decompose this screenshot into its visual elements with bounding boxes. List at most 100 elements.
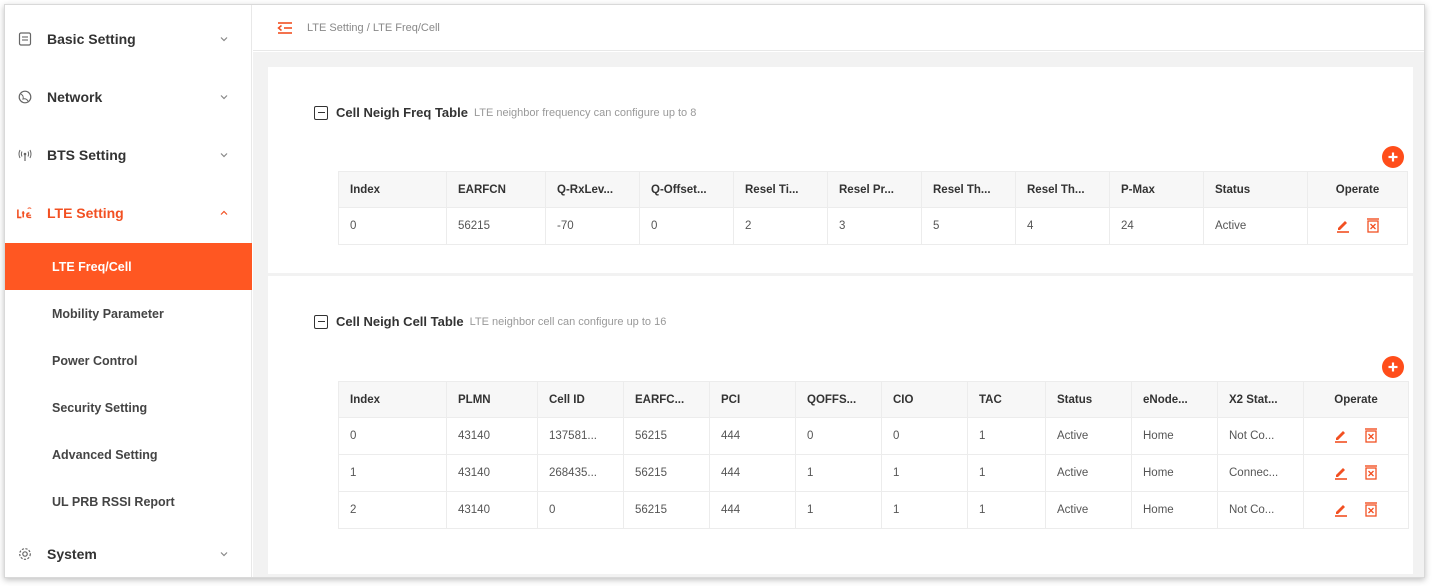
- column-header[interactable]: Resel Th...: [1015, 171, 1110, 208]
- sidebar-item-lte-setting[interactable]: LTE Setting: [5, 184, 252, 242]
- column-header[interactable]: Status: [1045, 381, 1132, 418]
- operate-cell: [1303, 454, 1409, 492]
- sidebar-item-bts-setting[interactable]: BTS Setting: [5, 126, 252, 184]
- add-cell-button[interactable]: [1382, 356, 1404, 378]
- table-cell: 444: [709, 454, 796, 492]
- table-cell: 43140: [446, 417, 538, 455]
- plus-icon: [1388, 152, 1398, 162]
- table-header-row: Index EARFCN Q-RxLev... Q-Offset... Rese…: [338, 171, 1408, 208]
- table-cell: 268435...: [537, 454, 624, 492]
- column-header[interactable]: EARFCN: [446, 171, 546, 208]
- column-header[interactable]: Resel Th...: [921, 171, 1016, 208]
- chevron-down-icon: [220, 552, 228, 557]
- document-icon: [17, 31, 33, 47]
- add-freq-button[interactable]: [1382, 146, 1404, 168]
- column-header[interactable]: P-Max: [1109, 171, 1204, 208]
- table-cell: 56215: [623, 491, 710, 529]
- table-cell: -70: [545, 207, 640, 245]
- delete-icon[interactable]: [1365, 217, 1381, 233]
- sidebar-item-label: BTS Setting: [47, 147, 127, 163]
- delete-icon[interactable]: [1363, 501, 1379, 517]
- sidebar-subitem-advanced-setting[interactable]: Advanced Setting: [5, 431, 252, 478]
- table-cell: 5: [921, 207, 1016, 245]
- sidebar-subitem-ul-prb-rssi-report[interactable]: UL PRB RSSI Report: [5, 478, 252, 525]
- column-header: Operate: [1303, 381, 1409, 418]
- table-cell: 444: [709, 491, 796, 529]
- table-cell: 0: [639, 207, 734, 245]
- column-header[interactable]: QOFFS...: [795, 381, 882, 418]
- table-row: 1 43140 268435... 56215 444 1 1 1 Active…: [338, 454, 1409, 492]
- column-header[interactable]: Index: [338, 171, 447, 208]
- collapse-icon[interactable]: [314, 105, 328, 120]
- column-header[interactable]: PLMN: [446, 381, 538, 418]
- table-cell: 1: [338, 454, 447, 492]
- edit-icon[interactable]: [1333, 501, 1349, 517]
- table-cell: 0: [881, 417, 968, 455]
- cell-section-header: Cell Neigh Cell Table LTE neighbor cell …: [314, 314, 666, 329]
- column-header[interactable]: Resel Ti...: [733, 171, 828, 208]
- column-header[interactable]: CIO: [881, 381, 968, 418]
- table-cell: 0: [338, 207, 447, 245]
- edit-icon[interactable]: [1333, 427, 1349, 443]
- column-header[interactable]: Q-RxLev...: [545, 171, 640, 208]
- section-hint: LTE neighbor cell can configure up to 16: [469, 315, 667, 328]
- column-header[interactable]: Status: [1203, 171, 1308, 208]
- table-row: 0 56215 -70 0 2 3 5 4 24 Active: [338, 207, 1408, 245]
- sidebar-item-label: Basic Setting: [47, 31, 136, 47]
- collapse-icon[interactable]: [314, 314, 328, 329]
- column-header[interactable]: eNode...: [1131, 381, 1218, 418]
- table-cell: 0: [795, 417, 882, 455]
- table-cell: Connec...: [1217, 454, 1304, 492]
- sidebar-subitem-power-control[interactable]: Power Control: [5, 337, 252, 384]
- table-cell: 24: [1109, 207, 1204, 245]
- table-cell: Not Co...: [1217, 417, 1304, 455]
- column-header: Operate: [1307, 171, 1408, 208]
- plus-icon: [1388, 362, 1398, 372]
- sidebar-toggle-icon[interactable]: [277, 21, 293, 35]
- column-header[interactable]: PCI: [709, 381, 796, 418]
- column-header[interactable]: X2 Stat...: [1217, 381, 1304, 418]
- column-header[interactable]: TAC: [967, 381, 1046, 418]
- edit-icon[interactable]: [1333, 464, 1349, 480]
- chevron-down-icon: [220, 37, 228, 42]
- section-title: Cell Neigh Cell Table: [336, 314, 464, 329]
- table-cell: Active: [1203, 207, 1308, 245]
- globe-icon: [17, 89, 33, 105]
- table-cell: Active: [1045, 417, 1132, 455]
- sidebar-item-basic-setting[interactable]: Basic Setting: [5, 10, 252, 68]
- column-header[interactable]: EARFC...: [623, 381, 710, 418]
- sidebar-item-network[interactable]: Network: [5, 68, 252, 126]
- table-cell: 3: [827, 207, 922, 245]
- sidebar-item-label: LTE Setting: [47, 205, 124, 221]
- column-header[interactable]: Q-Offset...: [639, 171, 734, 208]
- table-cell: 56215: [446, 207, 546, 245]
- table-cell: 43140: [446, 491, 538, 529]
- sidebar-item-label: Network: [47, 89, 103, 105]
- operate-cell: [1303, 491, 1409, 529]
- breadcrumb: LTE Setting / LTE Freq/Cell: [307, 21, 440, 34]
- sidebar-item-label: System: [47, 546, 97, 562]
- sidebar: Basic Setting Network BTS Setting LTE Se…: [5, 5, 252, 577]
- table-cell: 1: [967, 417, 1046, 455]
- sidebar-subitem-lte-freq-cell[interactable]: LTE Freq/Cell: [5, 243, 252, 290]
- sidebar-subitem-security-setting[interactable]: Security Setting: [5, 384, 252, 431]
- sidebar-item-system[interactable]: System: [5, 525, 252, 577]
- table-cell: 444: [709, 417, 796, 455]
- table-cell: Home: [1131, 417, 1218, 455]
- column-header[interactable]: Index: [338, 381, 447, 418]
- table-cell: 0: [537, 491, 624, 529]
- antenna-icon: [17, 147, 33, 163]
- column-header[interactable]: Cell ID: [537, 381, 624, 418]
- freq-table-card: Cell Neigh Freq Table LTE neighbor frequ…: [268, 67, 1413, 273]
- delete-icon[interactable]: [1363, 427, 1379, 443]
- table-cell: Not Co...: [1217, 491, 1304, 529]
- delete-icon[interactable]: [1363, 464, 1379, 480]
- edit-icon[interactable]: [1335, 217, 1351, 233]
- column-header[interactable]: Resel Pr...: [827, 171, 922, 208]
- table-cell: 1: [795, 454, 882, 492]
- freq-table: Index EARFCN Q-RxLev... Q-Offset... Rese…: [338, 171, 1408, 245]
- operate-cell: [1307, 207, 1408, 245]
- sidebar-subitem-mobility-parameter[interactable]: Mobility Parameter: [5, 290, 252, 337]
- table-cell: 1: [967, 491, 1046, 529]
- table-cell: 1: [881, 491, 968, 529]
